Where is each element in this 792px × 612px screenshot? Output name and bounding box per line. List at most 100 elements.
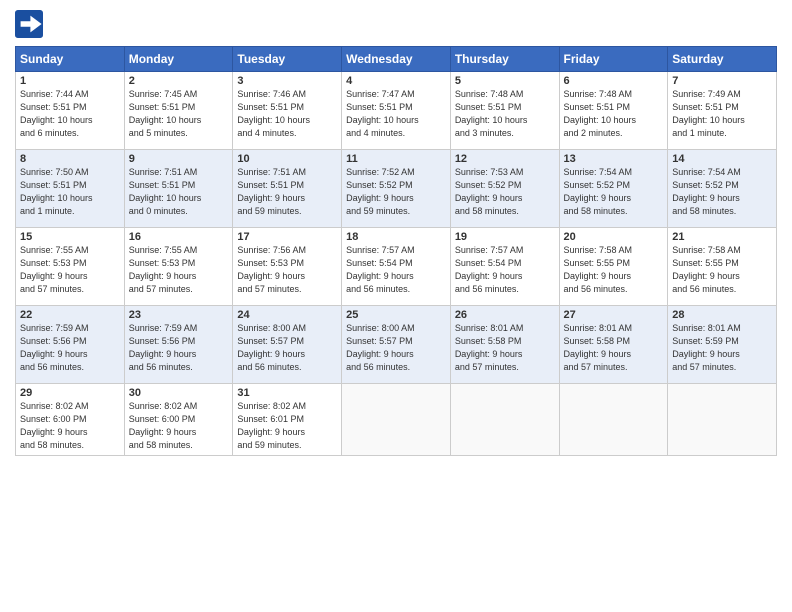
calendar-cell: 8Sunrise: 7:50 AMSunset: 5:51 PMDaylight… (16, 150, 125, 228)
calendar-cell: 12Sunrise: 7:53 AMSunset: 5:52 PMDayligh… (450, 150, 559, 228)
day-info: Sunrise: 8:01 AMSunset: 5:58 PMDaylight:… (564, 322, 664, 374)
day-info: Sunrise: 7:51 AMSunset: 5:51 PMDaylight:… (237, 166, 337, 218)
calendar-cell: 1Sunrise: 7:44 AMSunset: 5:51 PMDaylight… (16, 72, 125, 150)
calendar-cell: 6Sunrise: 7:48 AMSunset: 5:51 PMDaylight… (559, 72, 668, 150)
day-number: 25 (346, 309, 446, 321)
day-info: Sunrise: 7:59 AMSunset: 5:56 PMDaylight:… (129, 322, 229, 374)
logo (15, 10, 47, 38)
day-number: 10 (237, 153, 337, 165)
day-number: 13 (564, 153, 664, 165)
day-number: 3 (237, 75, 337, 87)
calendar-cell: 19Sunrise: 7:57 AMSunset: 5:54 PMDayligh… (450, 228, 559, 306)
day-number: 30 (129, 387, 229, 399)
calendar-cell (342, 384, 451, 456)
calendar-body: 1Sunrise: 7:44 AMSunset: 5:51 PMDaylight… (16, 72, 777, 456)
day-info: Sunrise: 7:51 AMSunset: 5:51 PMDaylight:… (129, 166, 229, 218)
day-number: 9 (129, 153, 229, 165)
day-info: Sunrise: 7:58 AMSunset: 5:55 PMDaylight:… (564, 244, 664, 296)
calendar-cell: 18Sunrise: 7:57 AMSunset: 5:54 PMDayligh… (342, 228, 451, 306)
header (15, 10, 777, 38)
calendar-week-row: 22Sunrise: 7:59 AMSunset: 5:56 PMDayligh… (16, 306, 777, 384)
calendar-cell: 2Sunrise: 7:45 AMSunset: 5:51 PMDaylight… (124, 72, 233, 150)
weekday-header: Friday (559, 47, 668, 72)
day-info: Sunrise: 7:55 AMSunset: 5:53 PMDaylight:… (20, 244, 120, 296)
calendar-cell: 21Sunrise: 7:58 AMSunset: 5:55 PMDayligh… (668, 228, 777, 306)
day-number: 5 (455, 75, 555, 87)
calendar-cell: 25Sunrise: 8:00 AMSunset: 5:57 PMDayligh… (342, 306, 451, 384)
day-number: 19 (455, 231, 555, 243)
day-number: 7 (672, 75, 772, 87)
day-info: Sunrise: 7:52 AMSunset: 5:52 PMDaylight:… (346, 166, 446, 218)
calendar-cell: 24Sunrise: 8:00 AMSunset: 5:57 PMDayligh… (233, 306, 342, 384)
weekday-header: Wednesday (342, 47, 451, 72)
day-number: 20 (564, 231, 664, 243)
day-number: 2 (129, 75, 229, 87)
calendar: SundayMondayTuesdayWednesdayThursdayFrid… (15, 46, 777, 456)
day-info: Sunrise: 7:58 AMSunset: 5:55 PMDaylight:… (672, 244, 772, 296)
weekday-header: Monday (124, 47, 233, 72)
calendar-cell: 23Sunrise: 7:59 AMSunset: 5:56 PMDayligh… (124, 306, 233, 384)
calendar-week-row: 15Sunrise: 7:55 AMSunset: 5:53 PMDayligh… (16, 228, 777, 306)
calendar-cell: 7Sunrise: 7:49 AMSunset: 5:51 PMDaylight… (668, 72, 777, 150)
calendar-cell: 15Sunrise: 7:55 AMSunset: 5:53 PMDayligh… (16, 228, 125, 306)
calendar-cell: 14Sunrise: 7:54 AMSunset: 5:52 PMDayligh… (668, 150, 777, 228)
day-number: 1 (20, 75, 120, 87)
day-number: 28 (672, 309, 772, 321)
day-number: 8 (20, 153, 120, 165)
day-info: Sunrise: 8:01 AMSunset: 5:59 PMDaylight:… (672, 322, 772, 374)
logo-icon (15, 10, 43, 38)
calendar-cell: 11Sunrise: 7:52 AMSunset: 5:52 PMDayligh… (342, 150, 451, 228)
day-info: Sunrise: 7:56 AMSunset: 5:53 PMDaylight:… (237, 244, 337, 296)
day-number: 6 (564, 75, 664, 87)
calendar-cell: 22Sunrise: 7:59 AMSunset: 5:56 PMDayligh… (16, 306, 125, 384)
calendar-cell: 17Sunrise: 7:56 AMSunset: 5:53 PMDayligh… (233, 228, 342, 306)
day-info: Sunrise: 7:48 AMSunset: 5:51 PMDaylight:… (455, 88, 555, 140)
calendar-cell: 31Sunrise: 8:02 AMSunset: 6:01 PMDayligh… (233, 384, 342, 456)
day-info: Sunrise: 8:00 AMSunset: 5:57 PMDaylight:… (237, 322, 337, 374)
calendar-week-row: 29Sunrise: 8:02 AMSunset: 6:00 PMDayligh… (16, 384, 777, 456)
day-number: 11 (346, 153, 446, 165)
calendar-cell: 5Sunrise: 7:48 AMSunset: 5:51 PMDaylight… (450, 72, 559, 150)
day-number: 18 (346, 231, 446, 243)
day-info: Sunrise: 7:57 AMSunset: 5:54 PMDaylight:… (346, 244, 446, 296)
page: SundayMondayTuesdayWednesdayThursdayFrid… (0, 0, 792, 612)
weekday-header: Tuesday (233, 47, 342, 72)
day-number: 31 (237, 387, 337, 399)
weekday-row: SundayMondayTuesdayWednesdayThursdayFrid… (16, 47, 777, 72)
calendar-cell: 9Sunrise: 7:51 AMSunset: 5:51 PMDaylight… (124, 150, 233, 228)
day-info: Sunrise: 7:53 AMSunset: 5:52 PMDaylight:… (455, 166, 555, 218)
day-info: Sunrise: 7:50 AMSunset: 5:51 PMDaylight:… (20, 166, 120, 218)
day-info: Sunrise: 7:55 AMSunset: 5:53 PMDaylight:… (129, 244, 229, 296)
weekday-header: Saturday (668, 47, 777, 72)
day-info: Sunrise: 7:54 AMSunset: 5:52 PMDaylight:… (672, 166, 772, 218)
calendar-cell: 4Sunrise: 7:47 AMSunset: 5:51 PMDaylight… (342, 72, 451, 150)
day-number: 12 (455, 153, 555, 165)
day-info: Sunrise: 7:44 AMSunset: 5:51 PMDaylight:… (20, 88, 120, 140)
day-number: 16 (129, 231, 229, 243)
calendar-cell: 13Sunrise: 7:54 AMSunset: 5:52 PMDayligh… (559, 150, 668, 228)
calendar-cell: 30Sunrise: 8:02 AMSunset: 6:00 PMDayligh… (124, 384, 233, 456)
day-number: 15 (20, 231, 120, 243)
calendar-cell: 27Sunrise: 8:01 AMSunset: 5:58 PMDayligh… (559, 306, 668, 384)
calendar-cell: 29Sunrise: 8:02 AMSunset: 6:00 PMDayligh… (16, 384, 125, 456)
calendar-week-row: 8Sunrise: 7:50 AMSunset: 5:51 PMDaylight… (16, 150, 777, 228)
calendar-cell: 28Sunrise: 8:01 AMSunset: 5:59 PMDayligh… (668, 306, 777, 384)
calendar-cell (668, 384, 777, 456)
day-number: 4 (346, 75, 446, 87)
day-info: Sunrise: 8:02 AMSunset: 6:00 PMDaylight:… (129, 400, 229, 452)
day-number: 27 (564, 309, 664, 321)
day-number: 21 (672, 231, 772, 243)
day-info: Sunrise: 7:45 AMSunset: 5:51 PMDaylight:… (129, 88, 229, 140)
day-info: Sunrise: 7:46 AMSunset: 5:51 PMDaylight:… (237, 88, 337, 140)
day-number: 14 (672, 153, 772, 165)
calendar-cell (450, 384, 559, 456)
day-info: Sunrise: 7:57 AMSunset: 5:54 PMDaylight:… (455, 244, 555, 296)
weekday-header: Thursday (450, 47, 559, 72)
day-info: Sunrise: 8:02 AMSunset: 6:00 PMDaylight:… (20, 400, 120, 452)
day-info: Sunrise: 8:00 AMSunset: 5:57 PMDaylight:… (346, 322, 446, 374)
day-info: Sunrise: 7:49 AMSunset: 5:51 PMDaylight:… (672, 88, 772, 140)
day-number: 23 (129, 309, 229, 321)
day-info: Sunrise: 7:54 AMSunset: 5:52 PMDaylight:… (564, 166, 664, 218)
calendar-cell: 20Sunrise: 7:58 AMSunset: 5:55 PMDayligh… (559, 228, 668, 306)
calendar-cell: 3Sunrise: 7:46 AMSunset: 5:51 PMDaylight… (233, 72, 342, 150)
